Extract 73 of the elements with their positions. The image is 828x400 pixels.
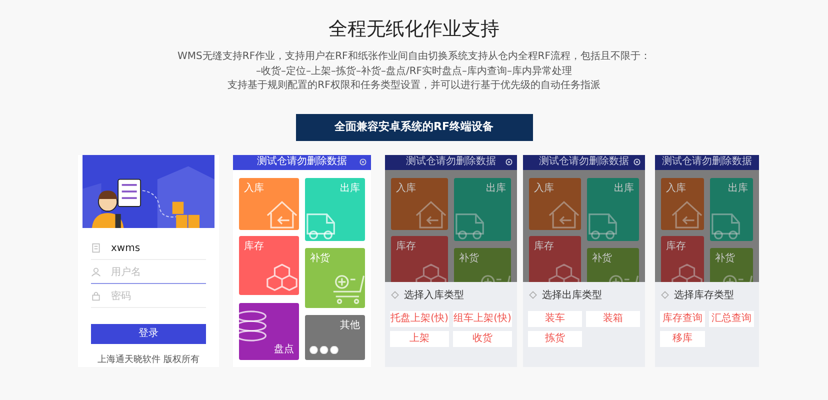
menu-tile[interactable]: 其他: [305, 314, 365, 360]
description-line: –收货–定位–上架–拣货–补货–盘点/RF实时盘点–库内查询–库内异常处理: [256, 64, 572, 78]
tile-label: 入库: [244, 184, 264, 194]
tile-label: 入库: [396, 184, 416, 194]
menu-tile[interactable]: 出库: [710, 178, 753, 240]
menu-tile[interactable]: 入库: [529, 178, 581, 230]
header-title: 测试仓请勿删除数据: [257, 157, 347, 167]
menu-tile[interactable]: 入库: [661, 178, 704, 230]
menu-tile[interactable]: 库存: [529, 236, 581, 282]
banner: 全面兼容安卓系统的RF终端设备: [296, 114, 532, 140]
option-button[interactable]: 上架: [390, 330, 449, 346]
menu-tile[interactable]: 补货: [587, 248, 639, 282]
menu-tile[interactable]: 库存: [391, 236, 448, 282]
tile-label: 其他: [340, 320, 360, 330]
tile-label: 补货: [715, 254, 735, 264]
option-button[interactable]: 库存查询: [660, 310, 705, 326]
tile-label: 库存: [396, 242, 416, 252]
settings-icon[interactable]: [505, 158, 513, 166]
tile-label: 入库: [666, 184, 686, 194]
settings-icon[interactable]: [633, 158, 641, 166]
option-button[interactable]: 收货: [453, 330, 512, 346]
header-title: 测试仓请勿删除数据: [406, 157, 496, 167]
option-button[interactable]: 汇总查询: [709, 310, 754, 326]
password-field[interactable]: 密码: [111, 288, 201, 304]
lock-icon: [91, 291, 101, 301]
header-title: 测试仓请勿删除数据: [662, 157, 752, 167]
header-title: 测试仓请勿删除数据: [539, 157, 629, 167]
username-field[interactable]: 用户名: [111, 264, 201, 280]
login-button[interactable]: 登录: [91, 324, 206, 344]
dots-icon: [309, 346, 339, 354]
description-line: WMS无缝支持RF作业，支持用户在RF和纸张作业间自由切换系统支持从仓内全程RF流程，包括且不限于：: [178, 50, 650, 64]
sheet-title: 选择出库类型: [542, 288, 602, 302]
copyright-text: 上海通天晓软件 版权所有: [96, 353, 200, 366]
option-button[interactable]: 托盘上架(快): [390, 310, 449, 326]
tile-label: 库存: [534, 242, 554, 252]
sheet-title: 选择入库类型: [404, 288, 464, 302]
option-button[interactable]: 移库: [660, 330, 705, 346]
site-name: xwms: [111, 242, 140, 256]
tile-label: 补货: [459, 254, 479, 264]
description-line: 支持基于规则配置的RF权限和任务类型设置，并可以进行基于优先级的自动任务指派: [228, 79, 600, 93]
tile-label: 补货: [310, 254, 330, 264]
tile-label: 出库: [614, 184, 634, 194]
tag-icon: [528, 290, 538, 300]
menu-tile[interactable]: 入库: [391, 178, 448, 230]
menu-tile[interactable]: 补货: [305, 248, 365, 308]
tag-icon: [390, 290, 400, 300]
option-button[interactable]: 组车上架(快): [453, 310, 512, 326]
menu-tile[interactable]: 出库: [305, 178, 365, 240]
tile-label: 入库: [534, 184, 554, 194]
page-title: 全程无纸化作业支持: [328, 17, 500, 42]
tile-label: 盘点: [274, 344, 294, 354]
user-icon: [91, 267, 101, 277]
menu-tile[interactable]: 盘点: [239, 302, 299, 360]
option-button[interactable]: 拣货: [528, 330, 582, 346]
option-button[interactable]: 装车: [528, 310, 582, 326]
menu-tile[interactable]: 库存: [661, 236, 704, 282]
sheet-title: 选择库存类型: [674, 288, 734, 302]
menu-tile[interactable]: 库存: [239, 236, 299, 294]
tile-label: 出库: [486, 184, 506, 194]
menu-tile[interactable]: 出库: [454, 178, 511, 240]
tag-icon: [660, 290, 670, 300]
building-icon: [91, 243, 101, 253]
settings-icon[interactable]: [359, 158, 367, 166]
tile-label: 出库: [340, 184, 360, 194]
menu-tile[interactable]: 入库: [239, 178, 299, 230]
tile-label: 补货: [592, 254, 612, 264]
tile-label: 出库: [728, 184, 748, 194]
tile-label: 库存: [666, 242, 686, 252]
menu-tile[interactable]: 补货: [710, 248, 753, 282]
option-button[interactable]: 装箱: [586, 310, 640, 326]
menu-tile[interactable]: 补货: [454, 248, 511, 282]
tile-label: 库存: [244, 242, 264, 252]
menu-tile[interactable]: 出库: [587, 178, 639, 240]
